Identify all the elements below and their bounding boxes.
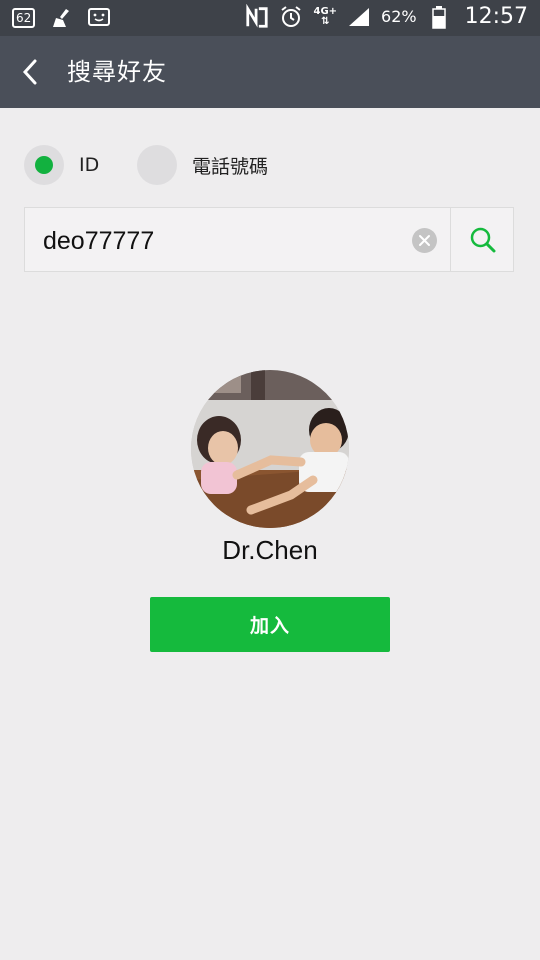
battery-percent: 62% — [381, 7, 417, 26]
alarm-icon — [279, 5, 303, 29]
radio-label-phone: 電話號碼 — [192, 155, 269, 178]
radio-option-id[interactable]: ID — [24, 145, 99, 185]
avatar[interactable] — [191, 370, 349, 528]
search-type-selector: ID 電話號碼 — [24, 145, 514, 185]
notification-badge-count: 62 — [16, 11, 32, 25]
broom-icon — [49, 6, 73, 30]
radio-label-id: ID — [79, 154, 100, 176]
battery-icon — [427, 5, 451, 29]
status-bar: 62 4G+ ⇅ 62% 12:57 — [0, 0, 540, 36]
page-title: 搜尋好友 — [67, 58, 167, 86]
signal-icon — [347, 5, 371, 29]
status-bar-left: 62 — [12, 6, 111, 30]
status-bar-right: 4G+ ⇅ 62% 12:57 — [245, 3, 528, 29]
back-button[interactable] — [12, 56, 48, 88]
clear-x-icon — [419, 235, 430, 246]
face-box-icon — [87, 6, 111, 30]
search-button[interactable] — [451, 208, 514, 271]
radio-button-id[interactable] — [24, 145, 64, 185]
result-user-name: Dr.Chen — [222, 535, 318, 565]
search-icon — [470, 227, 495, 252]
clock: 12:57 — [464, 4, 528, 29]
add-friend-button[interactable]: 加入 — [150, 597, 390, 652]
app-header: 搜尋好友 — [0, 36, 540, 108]
radio-selected-dot — [35, 156, 53, 174]
chevron-left-icon — [22, 59, 37, 85]
clear-search-button[interactable] — [412, 228, 437, 253]
radio-button-phone[interactable] — [137, 145, 177, 185]
search-bar — [24, 207, 514, 272]
nfc-icon — [245, 3, 269, 29]
notification-badge-icon: 62 — [12, 8, 36, 28]
radio-option-phone[interactable]: 電話號碼 — [137, 145, 268, 185]
network-arrows: ⇅ — [321, 15, 330, 27]
network-4g-icon: 4G+ ⇅ — [313, 5, 338, 27]
search-input[interactable] — [41, 220, 405, 262]
profile-photo — [191, 370, 349, 528]
network-label: 4G+ — [313, 5, 338, 17]
